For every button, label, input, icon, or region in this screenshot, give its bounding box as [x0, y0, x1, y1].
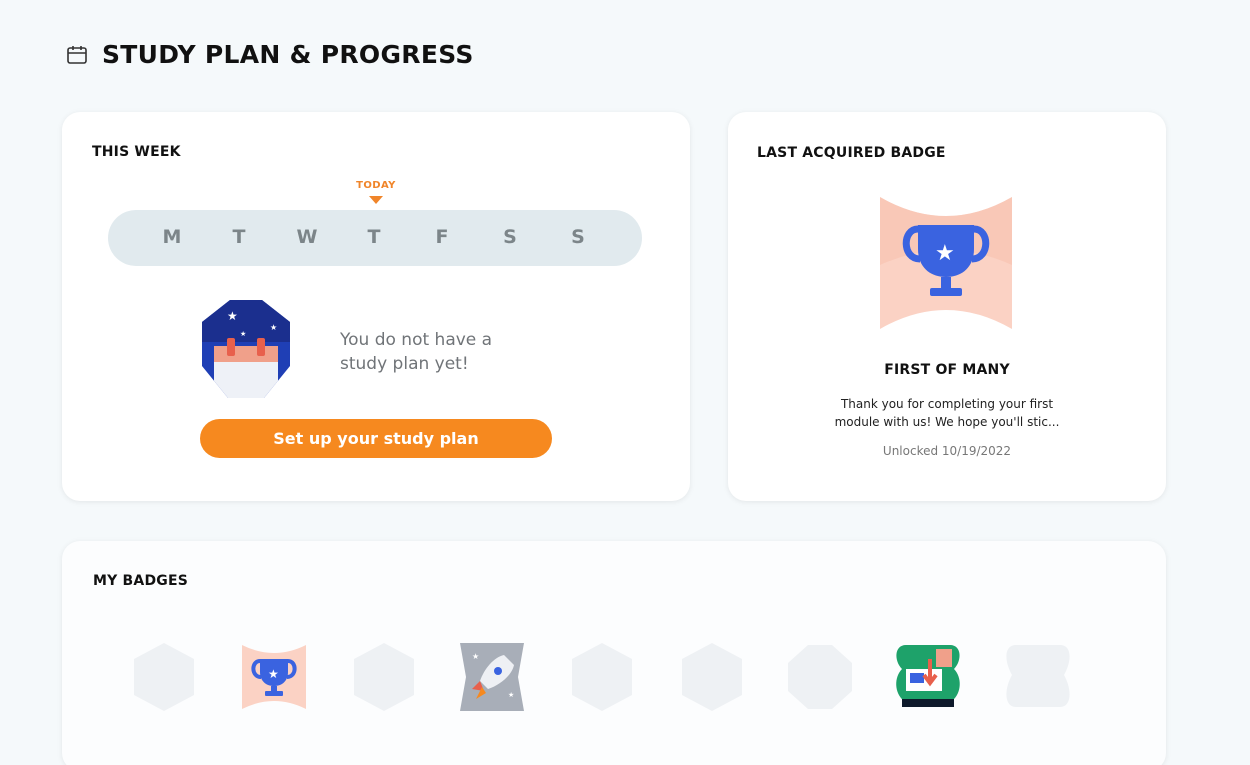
download-laptop-icon[interactable] [892, 641, 964, 713]
empty-calendar-icon: ★ ★ ★ [202, 300, 290, 398]
svg-text:★: ★ [240, 330, 246, 338]
day-tuesday[interactable]: T [224, 226, 254, 248]
week-days-bar: M T W T F S S [108, 210, 642, 266]
trophy-icon[interactable]: ★ [878, 195, 1014, 331]
my-badges-title: MY BADGES [93, 573, 189, 589]
badge-description: Thank you for completing your first modu… [834, 397, 1060, 429]
my-badges-card: MY BADGES ★ ★ ★ [62, 541, 1166, 765]
svg-text:★: ★ [227, 309, 238, 323]
page-title: STUDY PLAN & PROGRESS [102, 40, 474, 69]
day-friday[interactable]: F [427, 226, 457, 248]
last-badge-title: LAST ACQUIRED BADGE [757, 145, 946, 161]
badge-unlocked-date: Unlocked 10/19/2022 [882, 444, 1012, 458]
day-monday[interactable]: M [157, 226, 187, 248]
svg-text:★: ★ [268, 667, 279, 681]
badge-name: FIRST OF MANY [884, 362, 1010, 378]
svg-text:★: ★ [935, 241, 955, 266]
page-header: STUDY PLAN & PROGRESS [66, 40, 474, 69]
day-wednesday[interactable]: W [292, 226, 322, 248]
rocket-icon[interactable]: ★ ★ [456, 641, 528, 713]
locked-hexagon-icon[interactable] [566, 641, 638, 713]
locked-hexagon-icon[interactable] [676, 641, 748, 713]
day-sunday[interactable]: S [563, 226, 593, 248]
locked-blob-icon[interactable] [1002, 641, 1074, 713]
setup-study-plan-button[interactable]: Set up your study plan [200, 419, 552, 458]
this-week-card: THIS WEEK TODAY M T W T F S S ★ ★ ★ You … [62, 112, 690, 501]
day-thursday[interactable]: T [359, 226, 389, 248]
last-badge-card: LAST ACQUIRED BADGE ★ FIRST OF MANY Than… [728, 112, 1166, 501]
svg-text:★: ★ [508, 691, 514, 699]
locked-hexagon-icon[interactable] [348, 641, 420, 713]
svg-text:★: ★ [270, 323, 277, 332]
badges-row: ★ ★ ★ [128, 641, 1088, 713]
empty-plan-message: You do not have a study plan yet! [340, 330, 493, 374]
day-saturday[interactable]: S [495, 226, 525, 248]
trophy-icon[interactable]: ★ [238, 641, 310, 713]
svg-text:★: ★ [472, 652, 479, 661]
this-week-title: THIS WEEK [92, 144, 181, 160]
locked-octagon-icon[interactable] [784, 641, 856, 713]
today-marker-icon [369, 196, 383, 204]
today-label: TODAY [356, 180, 396, 191]
calendar-icon [67, 45, 87, 64]
locked-hexagon-icon[interactable] [128, 641, 200, 713]
